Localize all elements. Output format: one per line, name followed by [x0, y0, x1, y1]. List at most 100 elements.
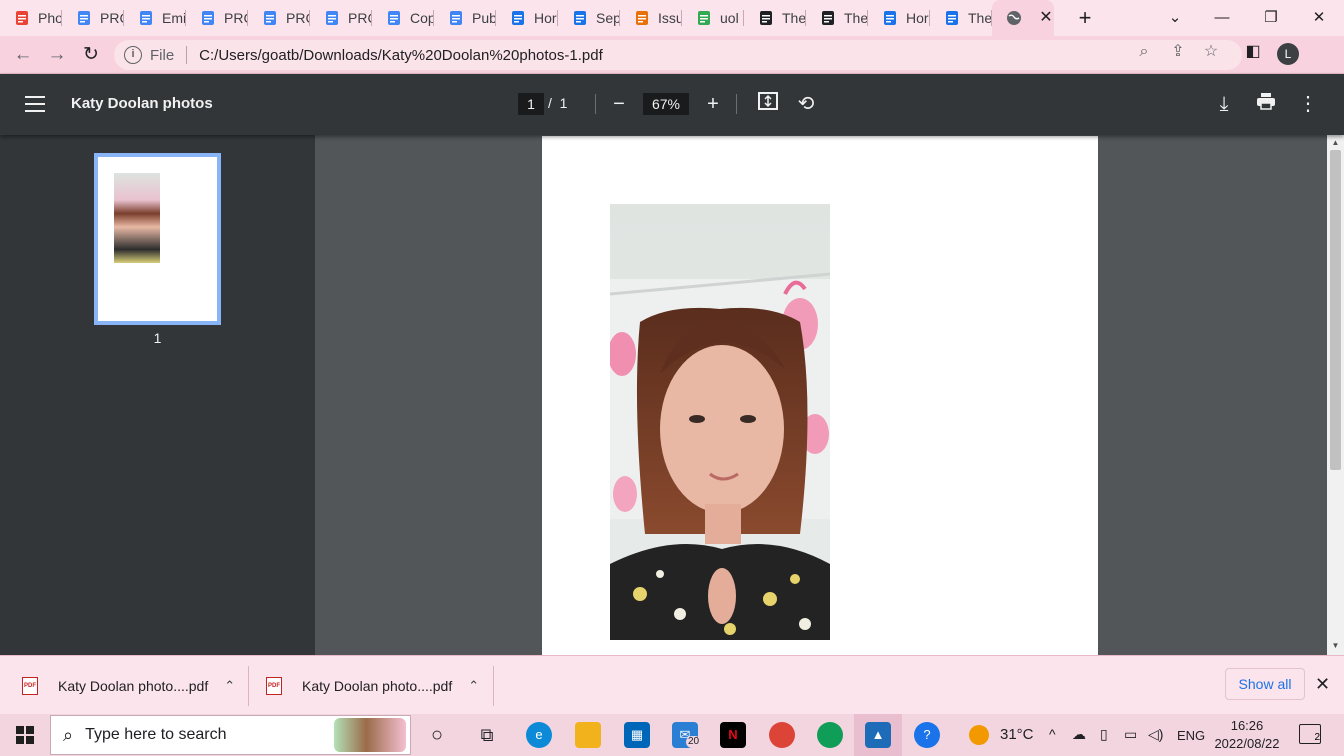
browser-tab[interactable]: Pho: [0, 0, 62, 36]
target-icon: [634, 10, 650, 26]
weather-sun-icon[interactable]: [969, 725, 989, 745]
browser-tab[interactable]: PRC: [310, 0, 372, 36]
scroll-up-icon[interactable]: ▲: [1331, 138, 1340, 147]
mail-icon[interactable]: ✉ 20: [672, 722, 702, 748]
zoom-icon[interactable]: ⌕: [1134, 42, 1154, 62]
browser-tab[interactable]: Emi: [124, 0, 186, 36]
close-tab-icon[interactable]: ✕: [1036, 8, 1056, 28]
tab-strip: Pho PRC Emi PRC PRC PRC Cop Pub Hor Sep Issu uol The…: [0, 0, 1344, 36]
download-divider: [493, 666, 494, 706]
tab-search-icon[interactable]: ⌄: [1161, 4, 1189, 32]
browser-tab[interactable]: uol: [682, 0, 744, 36]
browser-tab[interactable]: The: [930, 0, 992, 36]
document-viewport[interactable]: [315, 135, 1327, 655]
menu-icon[interactable]: [25, 96, 45, 112]
zoom-in-icon[interactable]: +: [701, 92, 725, 116]
browser-tab[interactable]: Hor: [496, 0, 558, 36]
browser-tab[interactable]: Issu: [620, 0, 682, 36]
back-icon[interactable]: ←: [10, 42, 36, 68]
help-icon[interactable]: ?: [914, 722, 940, 748]
share-icon[interactable]: ⇪: [1168, 42, 1188, 62]
minimize-icon[interactable]: —: [1208, 4, 1236, 32]
taskbar-search[interactable]: ⌕ Type here to search: [50, 715, 411, 755]
browser-tab[interactable]: PRC: [248, 0, 310, 36]
scroll-down-icon[interactable]: ▼: [1331, 641, 1340, 650]
globe-icon: [1006, 10, 1022, 26]
toolbar-divider: [595, 94, 596, 114]
onedrive-icon[interactable]: ☁: [1072, 726, 1086, 743]
taskbar: ⌕ Type here to search ○ ⧉ e ▦ ✉ 20 N ▲ ?…: [0, 714, 1344, 756]
download-icon[interactable]: ⤓: [1212, 92, 1236, 116]
new-tab-button[interactable]: +: [1073, 6, 1097, 30]
bookmark-star-icon[interactable]: ☆: [1201, 42, 1221, 62]
device-icon[interactable]: ▯: [1100, 726, 1108, 743]
download-item[interactable]: PDF Katy Doolan photo....pdf ⌃: [22, 656, 235, 715]
google-docs-icon: [386, 10, 402, 26]
clock[interactable]: 16:26 2022/08/22: [1210, 717, 1284, 753]
browser-tab[interactable]: PRC: [186, 0, 248, 36]
language-indicator[interactable]: ENG: [1177, 728, 1205, 743]
side-panel-icon[interactable]: ◧: [1243, 42, 1263, 62]
chevron-up-icon[interactable]: ^: [1049, 726, 1056, 742]
zoom-level-input[interactable]: 67%: [643, 93, 689, 115]
edge-icon[interactable]: e: [526, 722, 552, 748]
tab-title: The: [782, 10, 806, 26]
google-docs-icon: [76, 10, 92, 26]
close-download-bar-icon[interactable]: ✕: [1315, 674, 1330, 695]
browser-tab[interactable]: Pub: [434, 0, 496, 36]
netflix-icon[interactable]: N: [720, 722, 746, 748]
print-icon[interactable]: [1254, 92, 1278, 116]
browser-tab[interactable]: The: [806, 0, 868, 36]
download-bar: PDF Katy Doolan photo....pdf ⌃ PDF Katy …: [0, 655, 1344, 714]
notification-icon[interactable]: 2: [1299, 724, 1321, 744]
page-separator: /: [548, 95, 552, 111]
tabs-container: Pho PRC Emi PRC PRC PRC Cop Pub Hor Sep Issu uol The…: [0, 0, 992, 36]
task-view-icon[interactable]: ⧉: [474, 722, 500, 748]
volume-icon[interactable]: ◁): [1148, 726, 1163, 743]
browser-tab[interactable]: The: [744, 0, 806, 36]
tab-title: uol: [720, 10, 739, 26]
tab-title: Hor: [906, 10, 929, 26]
forward-icon[interactable]: →: [44, 42, 70, 68]
windows-start-icon[interactable]: [16, 726, 34, 744]
reload-icon[interactable]: ↻: [78, 42, 104, 68]
battery-icon[interactable]: ▭: [1124, 726, 1137, 743]
close-window-icon[interactable]: ✕: [1305, 4, 1333, 32]
more-options-icon[interactable]: ⋮: [1296, 92, 1320, 116]
restore-icon[interactable]: ❐: [1257, 4, 1285, 32]
rotate-icon[interactable]: ⟲: [794, 92, 818, 116]
browser-tab[interactable]: PRC: [62, 0, 124, 36]
download-item[interactable]: PDF Katy Doolan photo....pdf ⌃: [266, 656, 479, 715]
profile-avatar[interactable]: L: [1277, 43, 1299, 65]
address-bar[interactable]: i File C:/Users/goatb/Downloads/Katy%20D…: [114, 40, 1242, 70]
page-number-input[interactable]: 1: [518, 93, 544, 115]
pdf-file-icon: PDF: [22, 676, 38, 695]
url-text[interactable]: C:/Users/goatb/Downloads/Katy%20Doolan%2…: [199, 47, 603, 64]
chevron-up-icon[interactable]: ⌃: [224, 678, 235, 694]
c-logo-icon: [572, 10, 588, 26]
page-thumbnail[interactable]: [94, 153, 221, 325]
omnibox-divider: [186, 46, 188, 64]
browser-tab[interactable]: Hor: [868, 0, 930, 36]
show-all-button[interactable]: Show all: [1225, 668, 1305, 700]
fit-page-icon[interactable]: [756, 92, 780, 116]
info-icon[interactable]: i: [124, 46, 142, 64]
vertical-scrollbar[interactable]: ▲ ▼: [1327, 135, 1344, 655]
browser-toolbar: ← → ↻ i File C:/Users/goatb/Downloads/Ka…: [0, 36, 1344, 74]
zoom-out-icon[interactable]: −: [607, 92, 631, 116]
browser-tab[interactable]: Sep: [558, 0, 620, 36]
google-docs-icon: [448, 10, 464, 26]
browser-tab[interactable]: Cop: [372, 0, 434, 36]
portrait-photo: [610, 204, 830, 640]
cortana-icon[interactable]: ○: [424, 722, 450, 748]
store-icon[interactable]: ▦: [624, 722, 650, 748]
temperature[interactable]: 31°C: [1000, 726, 1034, 743]
tab-title: PRC: [286, 10, 310, 26]
chrome-icon[interactable]: [769, 722, 795, 748]
chevron-up-icon[interactable]: ⌃: [468, 678, 479, 694]
photos-app-icon[interactable]: ▲: [865, 722, 891, 748]
tab-title: Cop: [410, 10, 434, 26]
chrome-profile-icon[interactable]: [817, 722, 843, 748]
file-explorer-icon[interactable]: [575, 722, 601, 748]
scrollbar-thumb[interactable]: [1330, 150, 1341, 470]
